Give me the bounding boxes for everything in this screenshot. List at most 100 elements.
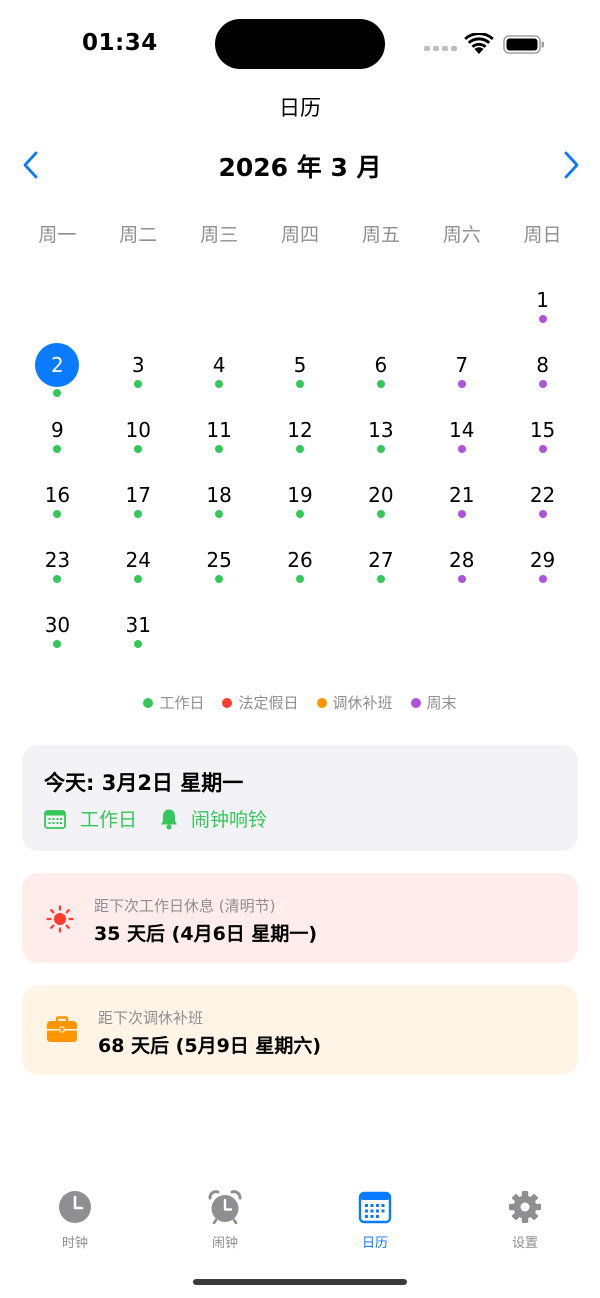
home-indicator[interactable]: [193, 1279, 407, 1285]
day-type-dot: [215, 510, 224, 518]
status-time: 01:34: [82, 30, 158, 56]
gear-icon: [509, 1191, 541, 1223]
weekday-label: 周四: [280, 224, 319, 246]
day-type-dot: [457, 575, 466, 583]
calendar-day[interactable]: 24: [98, 528, 179, 593]
sun-icon: [46, 905, 74, 933]
weekday-label: 周六: [442, 224, 481, 246]
day-type-dot: [53, 640, 62, 648]
day-type-dot: [295, 380, 304, 388]
alarm-clock-icon: [208, 1190, 242, 1224]
calendar-day[interactable]: 17: [98, 463, 179, 528]
month-title: 2026 年 3 月: [218, 153, 382, 182]
day-type-dot: [538, 445, 547, 453]
cellular-signal-icon: [424, 46, 457, 51]
legend-label: 调休补班: [332, 694, 393, 712]
legend-label: 周末: [426, 694, 457, 712]
calendar-day[interactable]: 2: [17, 333, 98, 398]
next-holiday-countdown: 35 天后 (4月6日 星期一): [94, 923, 318, 945]
legend-item: 工作日: [143, 692, 204, 713]
calendar-legend: 工作日 法定假日 调休补班 周末: [0, 692, 600, 713]
weekday-label: 周一: [38, 224, 77, 246]
calendar-day[interactable]: 1: [502, 268, 583, 333]
calendar-day[interactable]: 10: [98, 398, 179, 463]
tab-settings[interactable]: 设置: [470, 1190, 580, 1251]
calendar-day[interactable]: 14: [421, 398, 502, 463]
legend-dot: [143, 697, 154, 708]
legend-dot: [316, 697, 327, 708]
day-type-dot: [215, 445, 224, 453]
calendar-day[interactable]: 31: [98, 593, 179, 658]
calendar-empty-cell: [98, 268, 179, 333]
day-type-dot: [376, 575, 385, 583]
legend-item: 调休补班: [316, 692, 393, 713]
day-type-dot: [134, 640, 143, 648]
chevron-right-icon[interactable]: [558, 150, 582, 180]
page-title: 日历: [279, 96, 321, 120]
calendar-day[interactable]: 6: [340, 333, 421, 398]
calendar-empty-cell: [421, 268, 502, 333]
day-type-dot: [376, 380, 385, 388]
calendar-day[interactable]: 25: [179, 528, 260, 593]
day-type-dot: [457, 445, 466, 453]
dynamic-island: [215, 19, 385, 69]
day-type-dot: [134, 510, 143, 518]
calendar-day[interactable]: 12: [260, 398, 341, 463]
calendar-day[interactable]: 27: [340, 528, 421, 593]
day-type-dot: [538, 510, 547, 518]
legend-item: 周末: [410, 692, 457, 713]
calendar-day[interactable]: 23: [17, 528, 98, 593]
calendar-day[interactable]: 11: [179, 398, 260, 463]
day-type-dot: [538, 315, 547, 323]
next-holiday-card[interactable]: 距下次工作日休息 (清明节) 35 天后 (4月6日 星期一): [22, 873, 578, 963]
calendar-day[interactable]: 29: [502, 528, 583, 593]
calendar-day[interactable]: 7: [421, 333, 502, 398]
weekday-label: 周三: [200, 224, 239, 246]
today-title: 今天: 3月2日 星期一: [44, 771, 244, 795]
alarm-status-label: 闹钟响铃: [191, 809, 268, 831]
calendar-day[interactable]: 15: [502, 398, 583, 463]
wifi-icon: [464, 33, 494, 54]
tab-clock[interactable]: 时钟: [20, 1190, 130, 1251]
tab-label: 闹钟: [211, 1236, 238, 1251]
calendar-day[interactable]: 4: [179, 333, 260, 398]
next-makeup-subtitle: 距下次调休补班: [98, 1009, 204, 1027]
day-type-dot: [457, 510, 466, 518]
weekday-label: 周二: [119, 224, 158, 246]
calendar-day[interactable]: 18: [179, 463, 260, 528]
tab-label: 设置: [511, 1236, 538, 1251]
calendar-day[interactable]: 3: [98, 333, 179, 398]
calendar-day[interactable]: 8: [502, 333, 583, 398]
calendar-day[interactable]: 5: [260, 333, 341, 398]
tab-calendar[interactable]: 日历: [320, 1190, 430, 1251]
calendar-empty-cell: [260, 268, 341, 333]
next-holiday-subtitle: 距下次工作日休息 (清明节): [94, 897, 276, 915]
calendar-day[interactable]: 30: [17, 593, 98, 658]
calendar-day[interactable]: 22: [502, 463, 583, 528]
day-type-dot: [53, 575, 62, 583]
day-type-dot: [215, 575, 224, 583]
day-type-dot: [376, 445, 385, 453]
day-type-dot: [457, 380, 466, 388]
next-makeup-day-card[interactable]: 距下次调休补班 68 天后 (5月9日 星期六): [22, 985, 578, 1075]
legend-label: 工作日: [159, 694, 205, 712]
calendar-day[interactable]: 28: [421, 528, 502, 593]
calendar-day[interactable]: 9: [17, 398, 98, 463]
calendar-day[interactable]: 19: [260, 463, 341, 528]
calendar-day[interactable]: 20: [340, 463, 421, 528]
day-type-dot: [376, 510, 385, 518]
today-status-row: 工作日 闹钟响铃: [44, 805, 267, 832]
battery-icon: [503, 35, 544, 54]
day-type-dot: [538, 380, 547, 388]
calendar-day[interactable]: 26: [260, 528, 341, 593]
calendar-day[interactable]: 21: [421, 463, 502, 528]
status-bar: 01:34: [0, 0, 600, 90]
tab-bar: 时钟 闹钟 日历 设置: [0, 1190, 600, 1260]
weekday-label: 周五: [361, 224, 400, 246]
calendar-icon: [358, 1191, 392, 1224]
calendar-day[interactable]: 13: [340, 398, 421, 463]
calendar-day[interactable]: 16: [17, 463, 98, 528]
tab-alarm[interactable]: 闹钟: [170, 1190, 280, 1251]
calendar-empty-cell: [340, 268, 421, 333]
legend-dot: [410, 697, 421, 708]
